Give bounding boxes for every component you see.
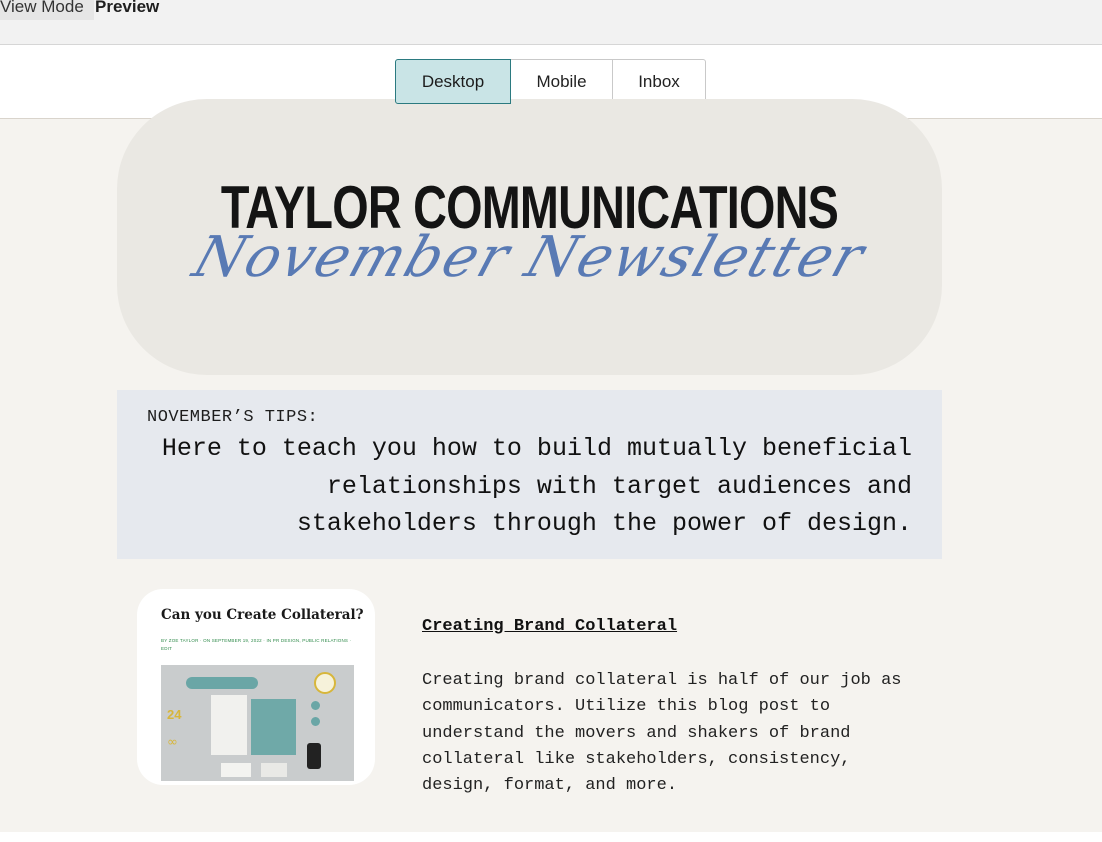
view-mode-tab[interactable]: View Mode [0, 0, 94, 20]
inbox-toggle-button[interactable]: Inbox [612, 59, 706, 104]
thumbnail-title: Can you Create Collateral? [161, 607, 364, 623]
infinity-icon: ∞ [167, 735, 178, 750]
article-title-link[interactable]: Creating Brand Collateral [422, 617, 677, 636]
photo-dot-shape [311, 717, 320, 726]
photo-number: 24 [167, 707, 182, 722]
article-thumbnail[interactable]: Can you Create Collateral? BY ZOE TAYLOR… [137, 589, 375, 785]
preview-tab[interactable]: Preview [95, 0, 169, 20]
photo-dot-shape [311, 701, 320, 710]
photo-card-shape [221, 763, 251, 777]
newsletter-header-banner: TAYLOR COMMUNICATIONS November Newslette… [117, 99, 942, 375]
photo-folder-shape [251, 699, 296, 755]
desktop-toggle-button[interactable]: Desktop [395, 59, 511, 104]
photo-phone-shape [307, 743, 321, 769]
photo-tube-shape [186, 677, 258, 689]
email-preview-canvas[interactable]: TAYLOR COMMUNICATIONS November Newslette… [0, 99, 1102, 832]
photo-card-shape [261, 763, 287, 777]
thumbnail-photo: 24 ∞ [161, 665, 354, 781]
article-body: Creating brand collateral is half of our… [422, 671, 902, 796]
brand-subtitle-script: November Newsletter [185, 225, 874, 290]
mode-bar: View Mode Preview [0, 0, 1102, 45]
photo-letterhead-shape [211, 695, 247, 755]
thumbnail-meta: BY ZOE TAYLOR · ON SEPTEMBER 19, 2022 · … [161, 638, 352, 651]
mobile-toggle-button[interactable]: Mobile [510, 59, 613, 104]
device-toggle-group: Desktop Mobile Inbox [395, 59, 706, 104]
photo-badge-icon [314, 672, 336, 694]
tips-text: Here to teach you how to build mutually … [161, 434, 912, 538]
tips-block: NOVEMBER’S TIPS: Here to teach you how t… [117, 390, 942, 559]
tips-label: NOVEMBER’S TIPS: [147, 408, 319, 427]
